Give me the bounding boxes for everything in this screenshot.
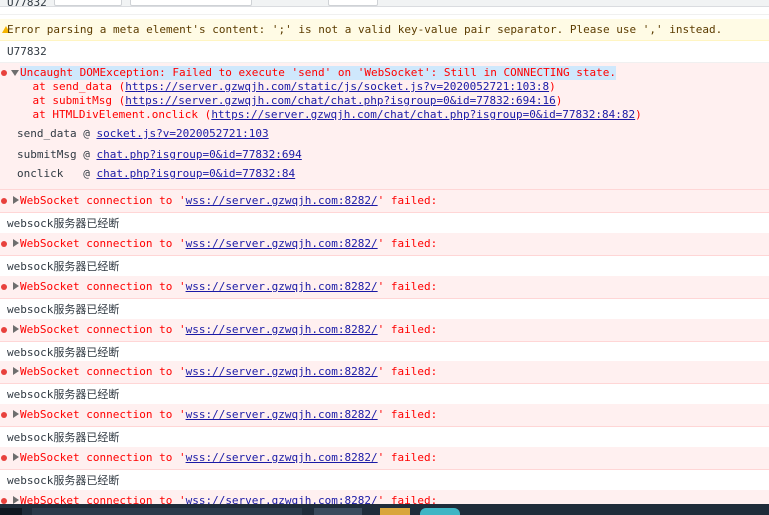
websocket-error-text: WebSocket connection to 'wss://server.gz…: [20, 451, 438, 464]
taskbar-app-icon[interactable]: [314, 508, 362, 515]
taskbar-search[interactable]: [32, 508, 302, 515]
frame-source-link[interactable]: socket.js?v=2020052721:103: [96, 127, 268, 140]
websocket-error[interactable]: WebSocket connection to 'wss://server.gz…: [0, 404, 769, 427]
log-text: websock服务器已经断: [7, 388, 120, 401]
websocket-error-text: WebSocket connection to 'wss://server.gz…: [20, 280, 438, 293]
websocket-error[interactable]: WebSocket connection to 'wss://server.gz…: [0, 361, 769, 384]
expand-triangle-icon[interactable]: [13, 196, 19, 204]
stack-url-link[interactable]: https://server.gzwqjh.com/chat/chat.php?…: [211, 108, 635, 121]
websocket-error-text: WebSocket connection to 'wss://server.gz…: [20, 408, 438, 421]
log-message: websock服务器已经断: [0, 256, 769, 277]
websocket-error[interactable]: WebSocket connection to 'wss://server.gz…: [0, 490, 769, 505]
error-icon: [1, 70, 7, 76]
error-icon: [1, 327, 7, 333]
browser-icon[interactable]: [420, 508, 460, 515]
frame-source-link[interactable]: chat.php?isgroup=0&id=77832:694: [96, 148, 301, 161]
stack-line: at HTMLDivElement.onclick (https://serve…: [6, 108, 642, 121]
websocket-url-link[interactable]: wss://server.gzwqjh.com:8282/: [186, 237, 378, 250]
exception-message[interactable]: Uncaught DOMException: Failed to execute…: [0, 63, 769, 190]
log-text: websock服务器已经断: [7, 260, 120, 273]
stack-url-link[interactable]: https://server.gzwqjh.com/static/js/sock…: [125, 80, 549, 93]
error-icon: [1, 241, 7, 247]
log-message: U77832: [0, 41, 769, 63]
websocket-error-text: WebSocket connection to 'wss://server.gz…: [20, 194, 438, 207]
log-message: websock服务器已经断: [0, 213, 769, 234]
websocket-error-text: WebSocket connection to 'wss://server.gz…: [20, 237, 438, 250]
websocket-url-link[interactable]: wss://server.gzwqjh.com:8282/: [186, 408, 378, 421]
log-text: websock服务器已经断: [7, 474, 120, 487]
stack-line: at submitMsg (https://server.gzwqjh.com/…: [6, 94, 563, 107]
websocket-error[interactable]: WebSocket connection to 'wss://server.gz…: [0, 319, 769, 342]
log-text: websock服务器已经断: [7, 217, 120, 230]
expand-triangle-icon[interactable]: [13, 496, 19, 504]
warning-text: Error parsing a meta element's content: …: [7, 23, 723, 36]
log-message: U77832: [0, 0, 769, 15]
log-message: websock服务器已经断: [0, 384, 769, 405]
folder-icon[interactable]: [380, 508, 410, 515]
error-icon: [1, 369, 7, 375]
websocket-error[interactable]: WebSocket connection to 'wss://server.gz…: [0, 233, 769, 256]
collapse-triangle-icon[interactable]: [11, 70, 19, 76]
websocket-error-text: WebSocket connection to 'wss://server.gz…: [20, 323, 438, 336]
websocket-error[interactable]: WebSocket connection to 'wss://server.gz…: [0, 276, 769, 299]
websocket-url-link[interactable]: wss://server.gzwqjh.com:8282/: [186, 280, 378, 293]
error-icon: [1, 455, 7, 461]
expand-triangle-icon[interactable]: [13, 410, 19, 418]
websocket-url-link[interactable]: wss://server.gzwqjh.com:8282/: [186, 323, 378, 336]
call-frame: onclick @ chat.php?isgroup=0&id=77832:84: [17, 167, 296, 180]
expand-triangle-icon[interactable]: [13, 325, 19, 333]
expand-triangle-icon[interactable]: [13, 453, 19, 461]
error-icon: [1, 412, 7, 418]
stack-url-link[interactable]: https://server.gzwqjh.com/chat/chat.php?…: [125, 94, 555, 107]
websocket-error[interactable]: WebSocket connection to 'wss://server.gz…: [0, 190, 769, 213]
log-message: websock服务器已经断: [0, 299, 769, 320]
call-frame: send_data @ socket.js?v=2020052721:103: [17, 127, 269, 140]
websocket-url-link[interactable]: wss://server.gzwqjh.com:8282/: [186, 451, 378, 464]
websocket-error[interactable]: WebSocket connection to 'wss://server.gz…: [0, 447, 769, 470]
error-icon: [1, 198, 7, 204]
stack-line: at send_data (https://server.gzwqjh.com/…: [6, 80, 556, 93]
expand-triangle-icon[interactable]: [13, 239, 19, 247]
log-message: websock服务器已经断: [0, 427, 769, 448]
start-button[interactable]: [0, 508, 22, 515]
websocket-url-link[interactable]: wss://server.gzwqjh.com:8282/: [186, 365, 378, 378]
error-icon: [1, 284, 7, 290]
call-frame: submitMsg @ chat.php?isgroup=0&id=77832:…: [17, 148, 302, 161]
expand-triangle-icon[interactable]: [13, 282, 19, 290]
log-text: websock服务器已经断: [7, 303, 120, 316]
log-text: websock服务器已经断: [7, 346, 120, 359]
log-text: websock服务器已经断: [7, 431, 120, 444]
taskbar: [0, 504, 769, 515]
log-message: websock服务器已经断: [0, 470, 769, 491]
log-text: U77832: [7, 0, 47, 9]
expand-triangle-icon[interactable]: [13, 367, 19, 375]
exception-header: Uncaught DOMException: Failed to execute…: [20, 66, 617, 80]
websocket-error-text: WebSocket connection to 'wss://server.gz…: [20, 365, 438, 378]
websocket-url-link[interactable]: wss://server.gzwqjh.com:8282/: [186, 194, 378, 207]
warning-message: Error parsing a meta element's content: …: [0, 19, 769, 41]
log-message: websock服务器已经断: [0, 342, 769, 363]
log-text: U77832: [7, 45, 47, 58]
frame-source-link[interactable]: chat.php?isgroup=0&id=77832:84: [96, 167, 295, 180]
